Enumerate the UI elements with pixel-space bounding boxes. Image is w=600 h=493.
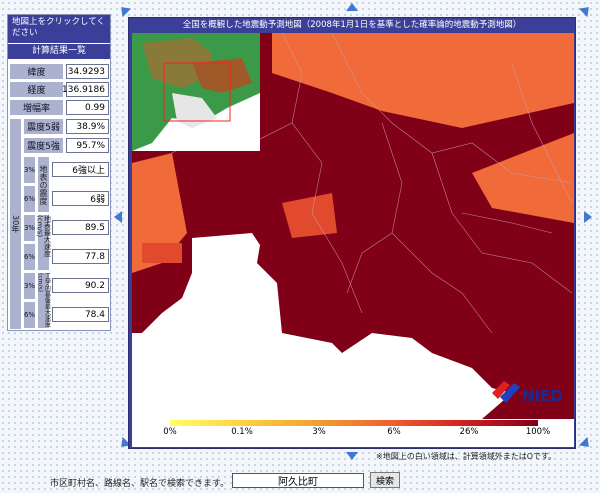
- search-label: 市区町村名、路線名、駅名で検索できます。: [50, 479, 230, 489]
- p6-label: 6%: [23, 185, 36, 213]
- surface-vel-6: 77.8: [52, 249, 109, 264]
- search-button[interactable]: 検索: [370, 472, 400, 488]
- pan-left-arrow[interactable]: [114, 211, 122, 223]
- lat-label: 緯度: [9, 63, 64, 80]
- amp-label: 増幅率: [9, 99, 64, 116]
- p6-label-2: 6%: [23, 243, 36, 271]
- map-instruction: クリックすると、その地点の計算値を左側の表に表示します。: [234, 436, 472, 446]
- scale-graphic: 0% 0.1% 3% 6% 26% 100%: [163, 420, 550, 437]
- int5s-value: 95.7%: [66, 138, 109, 153]
- instruction-text: 地図上をクリックしてください: [8, 15, 110, 43]
- p6-label-3: 6%: [23, 301, 36, 329]
- int5s-label: 震度5強: [23, 137, 64, 154]
- map-title: 全国を概観した地震動予測地図（2008年1月1日を基準とした確率論的地震動予測地…: [182, 20, 522, 30]
- surface-vel-3: 89.5: [52, 220, 109, 235]
- results-panel: 地図上をクリックしてください 計算結果一覧 緯度 34.9293 経度 136.…: [7, 14, 111, 331]
- hazard-map-frame: 全国を概観した地震動予測地図（2008年1月1日を基準とした確率論的地震動予測地…: [128, 17, 576, 449]
- int5w-value: 38.9%: [66, 119, 109, 134]
- pan-up-left-arrow[interactable]: [116, 2, 132, 18]
- logo-text: NIED: [522, 387, 563, 405]
- eng-vel-label: 工学的基盤最大速度(cm/s): [36, 272, 51, 329]
- white-area-note: ※地図上の白い領域は、計算領域外またはOです。: [376, 452, 557, 461]
- lon-value: 136.9186: [62, 82, 109, 97]
- lat-value: 34.9293: [66, 64, 109, 79]
- results-header: 計算結果一覧: [8, 43, 110, 59]
- surface-int-6: 6弱: [52, 191, 109, 206]
- search-input[interactable]: [232, 473, 364, 488]
- period-label: 30年: [9, 118, 22, 330]
- pan-down-right-arrow[interactable]: [578, 436, 594, 452]
- pan-right-arrow[interactable]: [584, 211, 592, 223]
- eng-vel-6: 78.4: [52, 307, 109, 322]
- surface-int-label: 地表の震度: [37, 156, 50, 213]
- pan-down-arrow[interactable]: [346, 452, 358, 460]
- pan-up-arrow[interactable]: [346, 3, 358, 11]
- surface-int-3: 6強以上: [52, 162, 109, 177]
- scale-bar: [170, 420, 538, 426]
- p3-label-2: 3%: [23, 214, 36, 242]
- int5w-label: 震度5弱: [23, 118, 64, 135]
- p3-label-3: 3%: [23, 272, 36, 300]
- eng-vel-3: 90.2: [52, 278, 109, 293]
- hazard-map[interactable]: NIED: [132, 33, 574, 419]
- surface-vel-label: 地表最大速度(cm/s): [36, 214, 52, 271]
- pan-up-right-arrow[interactable]: [578, 2, 594, 18]
- p3-label: 3%: [23, 156, 36, 184]
- amp-value: 0.99: [66, 100, 109, 115]
- lon-label: 経度: [9, 81, 64, 98]
- hazard-map-graphic[interactable]: NIED: [132, 33, 574, 419]
